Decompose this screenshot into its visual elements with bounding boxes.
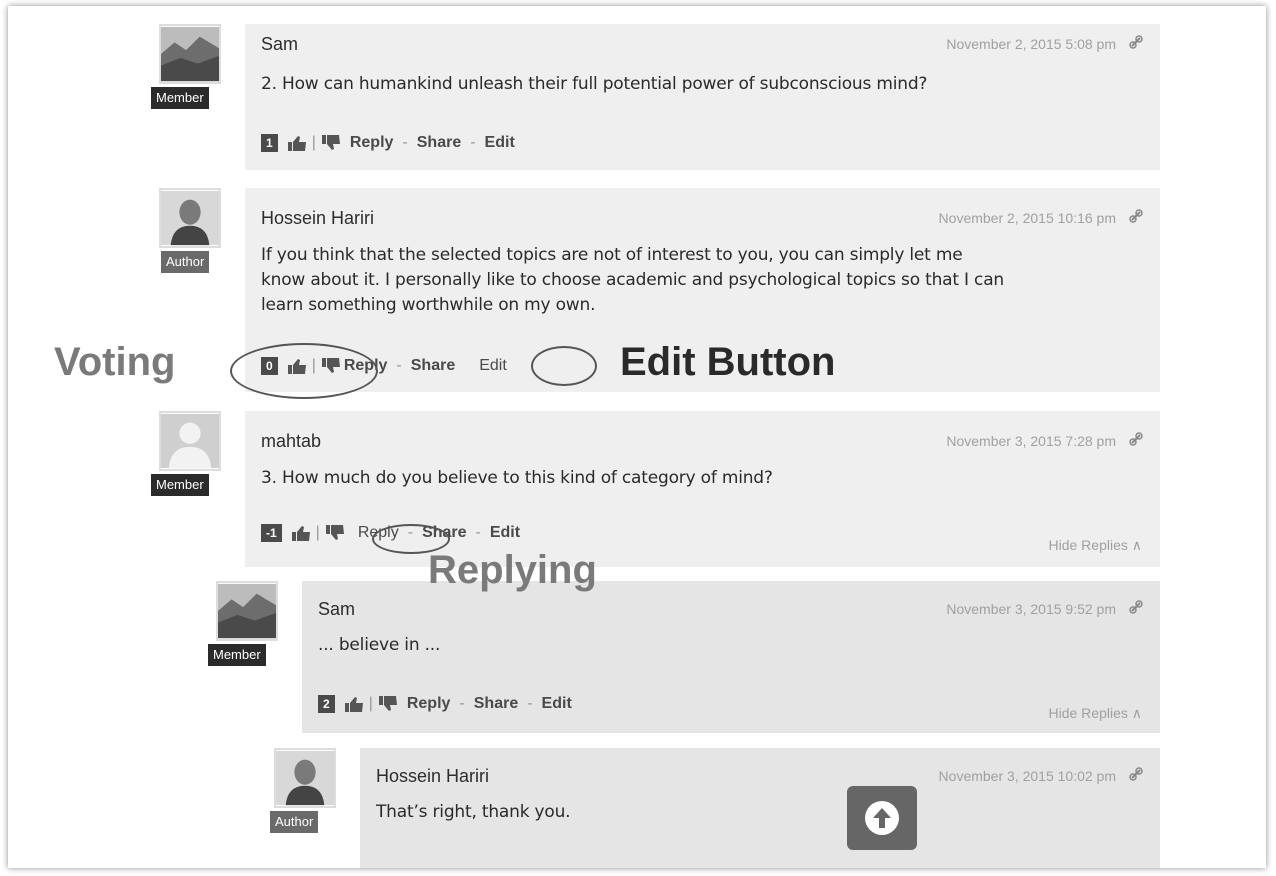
- scroll-to-top-button[interactable]: [847, 786, 917, 850]
- annotation-voting: Voting: [54, 340, 176, 384]
- role-badge: Author: [270, 811, 319, 833]
- comment-author[interactable]: Hossein Hariri: [376, 766, 489, 787]
- annotation-edit-oval: [531, 346, 597, 386]
- annotation-voting-oval: [230, 343, 378, 399]
- screenshot-frame: Member Sam November 2, 2015 5:08 pm 2. H…: [8, 6, 1266, 868]
- avatar[interactable]: [274, 748, 336, 808]
- annotation-edit-button: Edit Button: [620, 340, 836, 384]
- comment-text: That’s right, thank you.: [376, 802, 571, 822]
- arrow-up-icon: [865, 801, 899, 835]
- comment-date: November 3, 2015 10:02 pm: [938, 768, 1116, 784]
- comment-body: Hossein Hariri November 3, 2015 10:02 pm…: [360, 748, 1160, 868]
- comment-reply: Author Hossein Hariri November 3, 2015 1…: [8, 6, 1266, 868]
- link-icon[interactable]: [1128, 766, 1144, 782]
- person-photo: [276, 750, 334, 806]
- annotation-replying: Replying: [428, 548, 597, 592]
